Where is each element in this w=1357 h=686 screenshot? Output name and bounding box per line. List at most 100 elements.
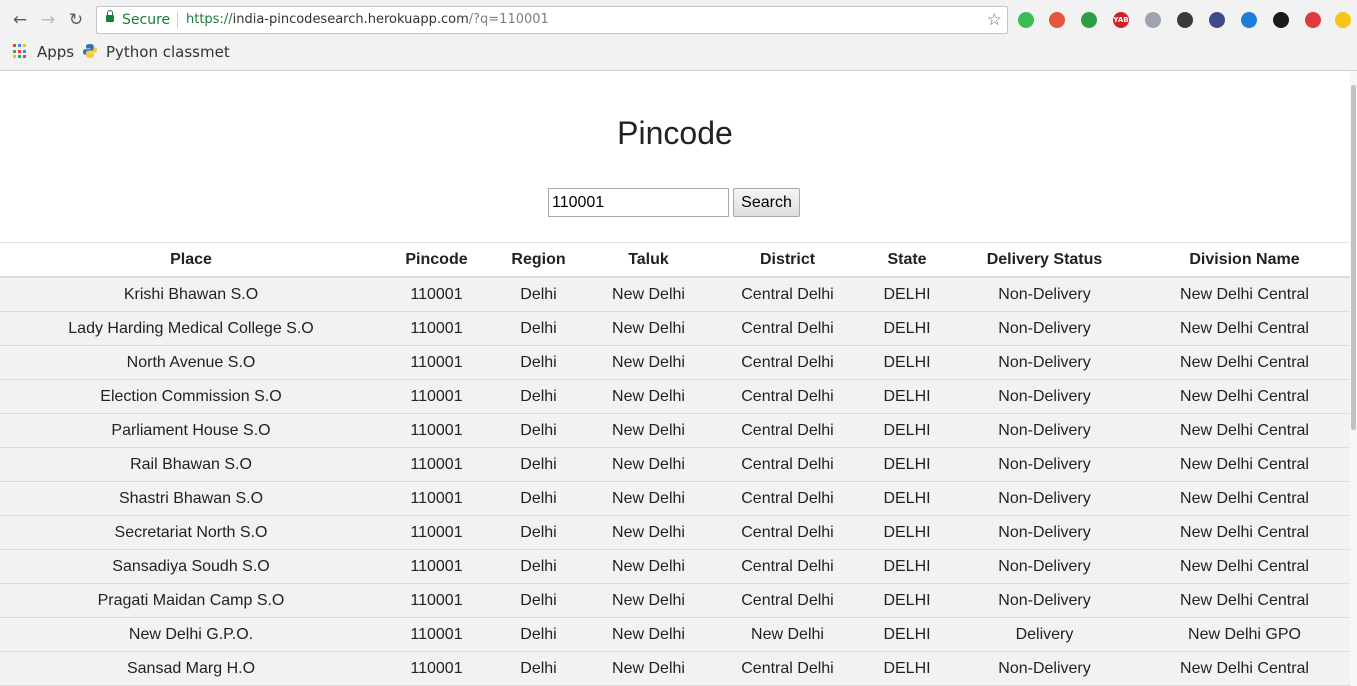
cell-state: DELHI	[864, 447, 950, 482]
cell-pincode: 110001	[382, 447, 491, 482]
cell-pincode: 110001	[382, 617, 491, 652]
cell-delivery-status: Delivery	[950, 617, 1139, 652]
cell-place: New Delhi G.P.O.	[0, 617, 382, 652]
cell-pincode: 110001	[382, 583, 491, 618]
green-extension-icon[interactable]	[1018, 12, 1034, 28]
url-query: /?q=110001	[468, 12, 549, 27]
cell-pincode: 110001	[382, 345, 491, 380]
cell-delivery-status: Non-Delivery	[950, 583, 1139, 618]
cell-taluk: New Delhi	[586, 617, 711, 652]
cell-pincode: 110001	[382, 379, 491, 414]
cell-district: Central Delhi	[711, 549, 864, 584]
cell-state: DELHI	[864, 549, 950, 584]
table-row: Shastri Bhawan S.O 110001 Delhi New Delhi Ce…	[0, 481, 1350, 516]
cell-state: DELHI	[864, 379, 950, 414]
address-bar[interactable]: Secure https://india-pincodesearch.herok…	[96, 6, 1008, 34]
table-row: Parliament House S.O 110001 Delhi New Delhi…	[0, 413, 1350, 448]
cell-pincode: 110001	[382, 413, 491, 448]
search-input[interactable]	[548, 188, 729, 217]
url-host: india-pincodesearch.herokuapp.com	[232, 12, 469, 27]
cell-district: Central Delhi	[711, 345, 864, 380]
lock-icon	[106, 10, 114, 22]
github-extension-icon[interactable]	[1273, 12, 1289, 28]
yab-extension-icon[interactable]: YAB	[1113, 12, 1129, 28]
cell-pincode: 110001	[382, 277, 491, 312]
gray-circle-extension-icon[interactable]	[1145, 12, 1161, 28]
cell-region: Delhi	[491, 515, 586, 550]
cell-place: Secretariat North S.O	[0, 515, 382, 550]
cell-district: Central Delhi	[711, 277, 864, 312]
reload-icon[interactable]: ↻	[65, 9, 87, 31]
column-header-region: Region	[491, 242, 586, 278]
blue-badge-extension-icon[interactable]	[1241, 12, 1257, 28]
red-tag-extension-icon[interactable]	[1305, 12, 1321, 28]
table-header: Place Pincode Region Taluk District Stat…	[0, 242, 1350, 278]
at-sign-extension-icon[interactable]	[1209, 12, 1225, 28]
cell-delivery-status: Non-Delivery	[950, 515, 1139, 550]
cell-place: Rail Bhawan S.O	[0, 447, 382, 482]
yellow-alert-extension-icon[interactable]	[1335, 12, 1351, 28]
cell-delivery-status: Non-Delivery	[950, 413, 1139, 448]
cell-district: Central Delhi	[711, 481, 864, 516]
header-row: Place Pincode Region Taluk District Stat…	[0, 242, 1350, 278]
cell-taluk: New Delhi	[586, 583, 711, 618]
table-row: Sansad Marg H.O 110001 Delhi New Delhi Centr…	[0, 651, 1350, 686]
cell-place: Lady Harding Medical College S.O	[0, 311, 382, 346]
cell-region: Delhi	[491, 413, 586, 448]
cell-district: Central Delhi	[711, 583, 864, 618]
cell-pincode: 110001	[382, 651, 491, 686]
apps-grid-icon[interactable]	[13, 44, 28, 59]
table-row: Krishi Bhawan S.O 110001 Delhi New Delhi Cen…	[0, 277, 1350, 312]
cell-region: Delhi	[491, 345, 586, 380]
cell-taluk: New Delhi	[586, 413, 711, 448]
cell-pincode: 110001	[382, 515, 491, 550]
cell-district: Central Delhi	[711, 515, 864, 550]
cell-place: Sansad Marg H.O	[0, 651, 382, 686]
cell-taluk: New Delhi	[586, 277, 711, 312]
table-row: Pragati Maidan Camp S.O 110001 Delhi New De…	[0, 583, 1350, 618]
table-row: New Delhi G.P.O. 110001 Delhi New Delhi New …	[0, 617, 1350, 652]
dark-square-extension-icon[interactable]	[1177, 12, 1193, 28]
column-header-pincode: Pincode	[382, 242, 491, 278]
table-body: Krishi Bhawan S.O 110001 Delhi New Delhi Cen…	[0, 277, 1350, 686]
cell-region: Delhi	[491, 651, 586, 686]
cell-state: DELHI	[864, 311, 950, 346]
search-button[interactable]: Search	[733, 188, 800, 217]
cell-division-name: New Delhi Central	[1139, 311, 1350, 346]
cell-district: Central Delhi	[711, 311, 864, 346]
blocked-site-extension-icon[interactable]	[1049, 12, 1065, 28]
cell-state: DELHI	[864, 413, 950, 448]
column-header-state: State	[864, 242, 950, 278]
table-row: North Avenue S.O 110001 Delhi New Delhi Cent…	[0, 345, 1350, 380]
table-row: Lady Harding Medical College S.O 110001 De…	[0, 311, 1350, 346]
cell-pincode: 110001	[382, 549, 491, 584]
bookmark-star-icon[interactable]: ☆	[987, 10, 1002, 30]
cell-division-name: New Delhi Central	[1139, 549, 1350, 584]
cell-region: Delhi	[491, 379, 586, 414]
vertical-scrollbar[interactable]	[1350, 71, 1357, 686]
page-title: Pincode	[617, 115, 733, 151]
green-shield-extension-icon[interactable]	[1081, 12, 1097, 28]
url-text[interactable]: https://india-pincodesearch.herokuapp.co…	[186, 12, 549, 27]
cell-taluk: New Delhi	[586, 345, 711, 380]
cell-state: DELHI	[864, 345, 950, 380]
cell-division-name: New Delhi Central	[1139, 277, 1350, 312]
cell-state: DELHI	[864, 481, 950, 516]
cell-region: Delhi	[491, 447, 586, 482]
cell-district: Central Delhi	[711, 413, 864, 448]
back-arrow-icon[interactable]: ←	[9, 9, 31, 31]
bookmark-apps[interactable]: Apps	[37, 43, 74, 61]
secure-label: Secure	[122, 12, 171, 28]
cell-division-name: New Delhi GPO	[1139, 617, 1350, 652]
cell-region: Delhi	[491, 311, 586, 346]
cell-delivery-status: Non-Delivery	[950, 481, 1139, 516]
forward-arrow-icon[interactable]: →	[37, 9, 59, 31]
cell-place: North Avenue S.O	[0, 345, 382, 380]
address-bar-divider	[177, 12, 178, 28]
bookmark-python-classmethod[interactable]: Python classmet	[106, 43, 230, 61]
results-table: Place Pincode Region Taluk District Stat…	[0, 242, 1350, 686]
cell-division-name: New Delhi Central	[1139, 583, 1350, 618]
cell-taluk: New Delhi	[586, 311, 711, 346]
cell-region: Delhi	[491, 481, 586, 516]
scrollbar-thumb[interactable]	[1351, 85, 1356, 430]
